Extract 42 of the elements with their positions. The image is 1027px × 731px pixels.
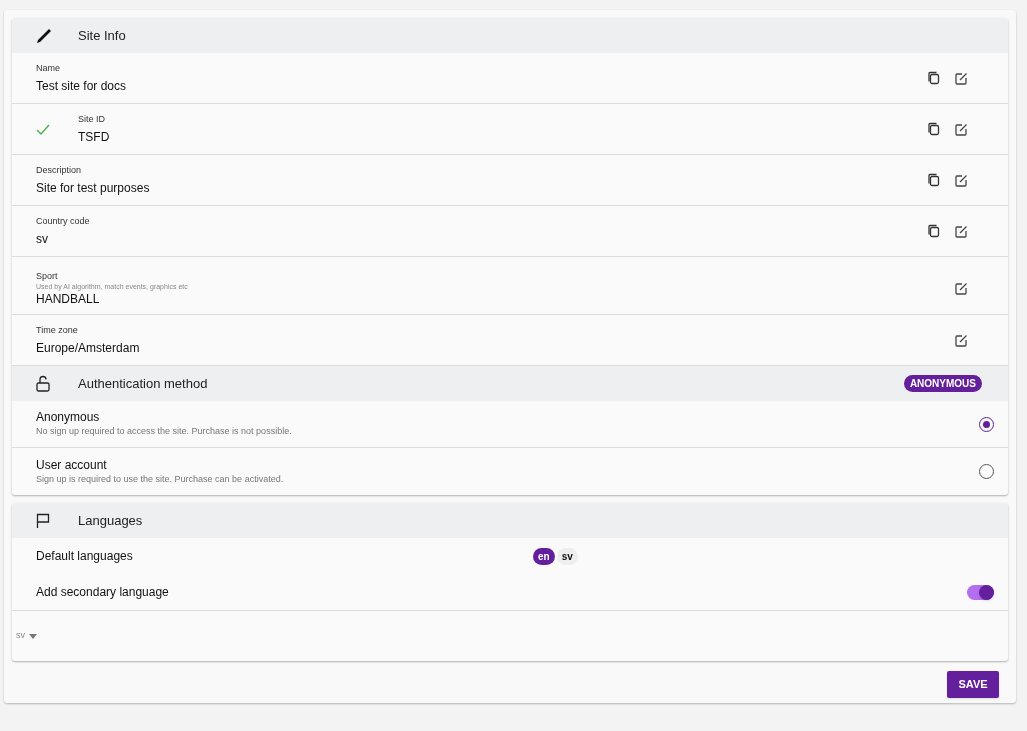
field-value: sv [36,231,49,247]
unlocked-padlock-icon [36,375,50,392]
toggle-switch[interactable] [967,584,994,600]
field-value: Europe/Amsterdam [36,340,140,356]
flag-icon [36,512,50,529]
edit-icon[interactable] [955,282,968,295]
section-title: Site Info [78,26,126,45]
field-value: Test site for docs [36,78,127,94]
option-title: Anonymous [36,410,101,425]
field-label: Name [36,62,61,74]
section-title: Languages [78,511,143,530]
save-button[interactable]: SAVE [947,671,999,698]
field-label: Country code [36,215,90,227]
caret-icon [29,633,37,639]
field-label: Sport [36,270,59,282]
option-description: No sign up required to access the site. Purchase is not possible. [36,425,292,438]
edit-icon[interactable] [955,224,968,238]
check-icon [36,123,50,135]
language-chip[interactable]: en [533,547,555,565]
edit-icon[interactable] [955,71,968,85]
field-value: TSFD [78,129,110,145]
copy-icon[interactable] [926,71,940,85]
copy-icon[interactable] [926,224,940,238]
edit-icon[interactable] [955,173,968,187]
option-description: Sign up is required to use the site. Purchase can be activated. [36,472,284,486]
default-languages-label: Default languages [36,548,134,565]
language-select[interactable]: sv [16,629,37,643]
auth-method-badge: ANONYMOUS [903,375,982,392]
secondary-language-label: Add secondary language [36,584,169,601]
language-chip[interactable]: sv [556,547,578,565]
copy-icon[interactable] [926,173,940,187]
copy-icon[interactable] [926,122,940,136]
field-value: HANDBALL [36,291,101,307]
edit-icon[interactable] [955,333,968,347]
option-title: User account [36,457,108,473]
field-value: Site for test purposes [36,180,150,196]
field-label: Description [36,164,83,176]
field-label: Site ID [78,113,106,125]
pencil-icon [36,27,52,44]
edit-icon[interactable] [955,122,968,136]
section-title: Authentication method [78,374,208,393]
field-label: Time zone [36,324,79,336]
